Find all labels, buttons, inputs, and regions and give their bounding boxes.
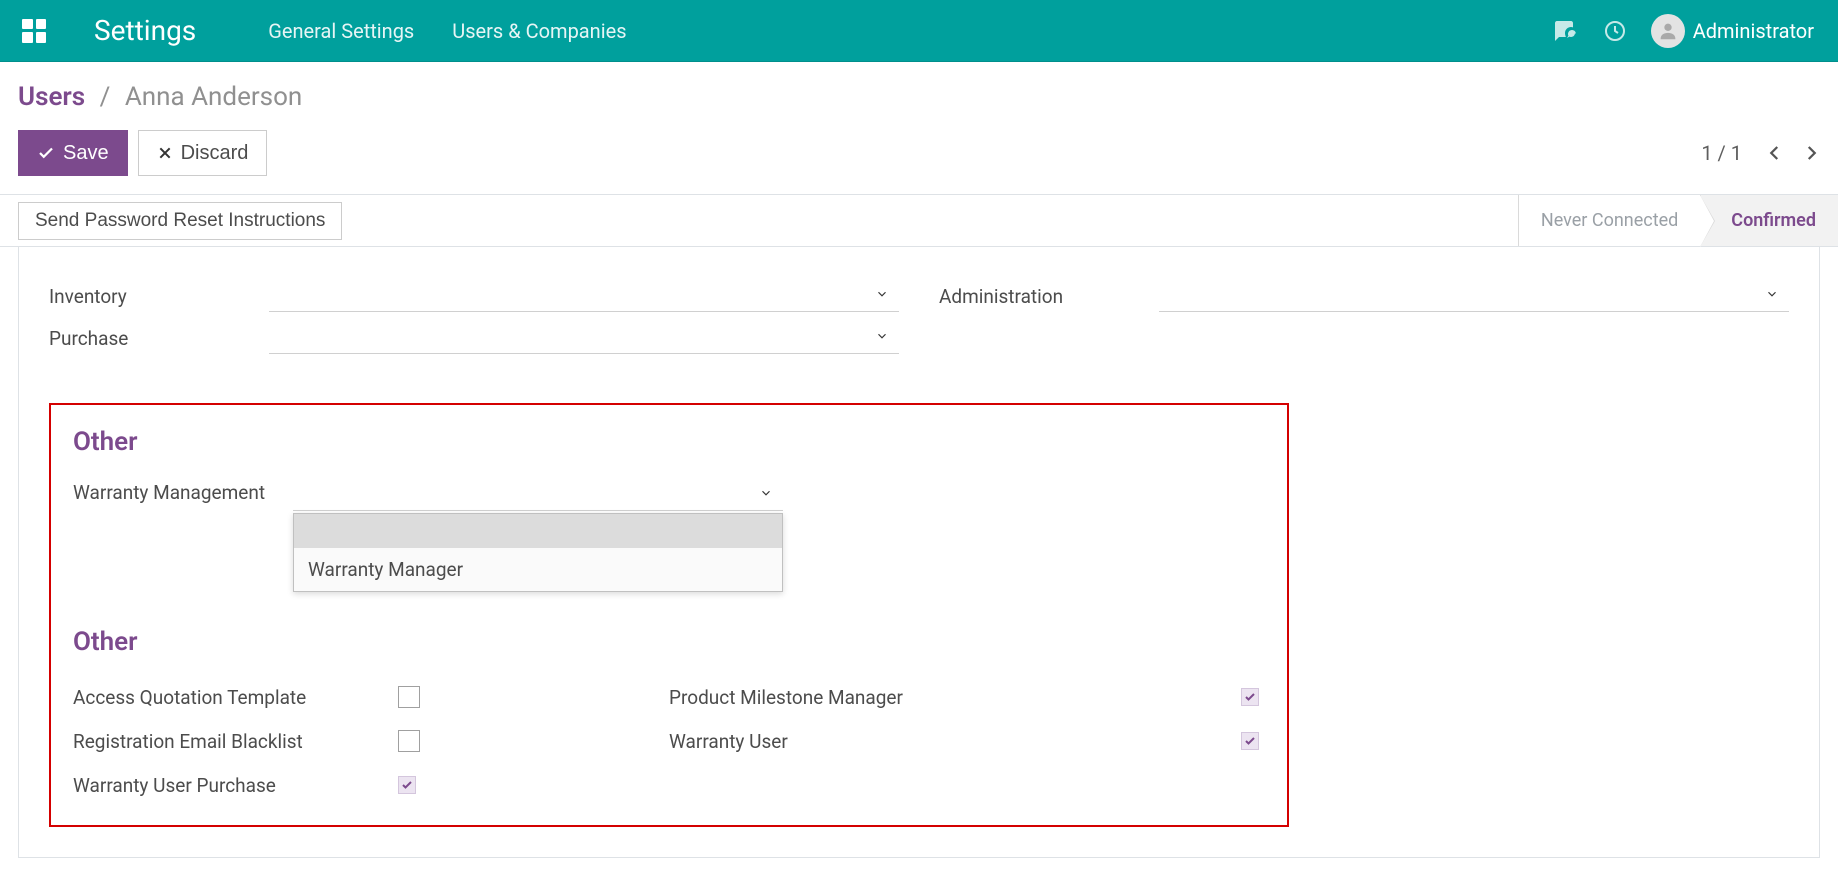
cb-row-product-milestone-manager: Product Milestone Manager — [669, 675, 1265, 719]
cb-label: Product Milestone Manager — [669, 686, 903, 709]
section-title-other-1: Other — [73, 427, 1265, 457]
field-inventory-select[interactable] — [269, 276, 899, 312]
nav-link-users-companies[interactable]: Users & Companies — [452, 19, 626, 43]
field-purchase: Purchase — [49, 315, 899, 357]
breadcrumb-separator: / — [100, 82, 111, 112]
chevron-down-icon — [875, 287, 889, 301]
highlight-box: Other Warranty Management Warranty Manag… — [49, 403, 1289, 827]
dropdown-option-warranty-manager[interactable]: Warranty Manager — [294, 548, 782, 591]
field-warranty-mgmt-label: Warranty Management — [73, 475, 293, 504]
cb-label: Warranty User — [669, 730, 788, 753]
discard-button-label: Discard — [181, 142, 249, 165]
section-title-other-2: Other — [73, 627, 1265, 657]
clock-icon[interactable] — [1601, 17, 1629, 45]
breadcrumb-current: Anna Anderson — [125, 82, 302, 112]
checkbox-product-milestone-manager[interactable] — [1241, 688, 1259, 706]
cb-row-access-quotation: Access Quotation Template — [73, 675, 669, 719]
chevron-down-icon — [875, 329, 889, 343]
checkbox-access-quotation[interactable] — [398, 686, 420, 708]
field-warranty-mgmt-select[interactable] — [293, 475, 783, 511]
chevron-down-icon — [759, 486, 773, 500]
checkbox-reg-email-blacklist[interactable] — [398, 730, 420, 752]
field-inventory: Inventory — [49, 273, 899, 315]
statusbar: Send Password Reset Instructions Never C… — [0, 195, 1838, 247]
chevron-down-icon — [1765, 287, 1779, 301]
status-step-confirmed[interactable]: Confirmed — [1700, 195, 1838, 246]
checkbox-warranty-user[interactable] — [1241, 732, 1259, 750]
page-header: Users / Anna Anderson Save Discard 1 / 1 — [0, 62, 1838, 195]
cb-label: Registration Email Blacklist — [73, 730, 398, 753]
cb-row-warranty-user-purchase: Warranty User Purchase — [73, 763, 669, 807]
cb-label: Warranty User Purchase — [73, 774, 398, 797]
chat-icon[interactable] — [1551, 17, 1579, 45]
breadcrumb-parent[interactable]: Users — [18, 82, 85, 112]
cb-label: Access Quotation Template — [73, 686, 398, 709]
discard-button[interactable]: Discard — [138, 130, 268, 176]
save-button-label: Save — [63, 142, 109, 165]
field-administration-label: Administration — [939, 281, 1159, 308]
pager-prev-icon[interactable] — [1766, 144, 1784, 162]
cb-row-reg-email-blacklist: Registration Email Blacklist — [73, 719, 669, 763]
dropdown-option-blank[interactable] — [294, 514, 782, 548]
field-inventory-label: Inventory — [49, 281, 269, 308]
pager: 1 / 1 — [1701, 141, 1820, 165]
nav-title: Settings — [94, 14, 196, 47]
action-row: Save Discard 1 / 1 — [18, 130, 1820, 176]
apps-icon[interactable] — [22, 19, 46, 43]
field-administration: Administration — [939, 273, 1789, 315]
pager-text: 1 / 1 — [1701, 141, 1742, 165]
pager-next-icon[interactable] — [1802, 144, 1820, 162]
breadcrumb: Users / Anna Anderson — [18, 82, 1820, 112]
form-sheet: Inventory Purchase — [0, 247, 1838, 876]
field-administration-select[interactable] — [1159, 276, 1789, 312]
status-step-never-connected[interactable]: Never Connected — [1518, 195, 1700, 246]
checkbox-warranty-user-purchase[interactable] — [398, 776, 416, 794]
reset-password-button[interactable]: Send Password Reset Instructions — [18, 202, 342, 240]
field-purchase-label: Purchase — [49, 323, 269, 350]
avatar[interactable] — [1651, 14, 1685, 48]
warranty-mgmt-dropdown: Warranty Manager — [293, 513, 783, 592]
cb-row-warranty-user: Warranty User — [669, 719, 1265, 763]
navbar: Settings General Settings Users & Compan… — [0, 0, 1838, 62]
field-purchase-select[interactable] — [269, 318, 899, 354]
nav-username[interactable]: Administrator — [1693, 19, 1814, 43]
save-button[interactable]: Save — [18, 130, 128, 176]
nav-link-general-settings[interactable]: General Settings — [268, 19, 414, 43]
